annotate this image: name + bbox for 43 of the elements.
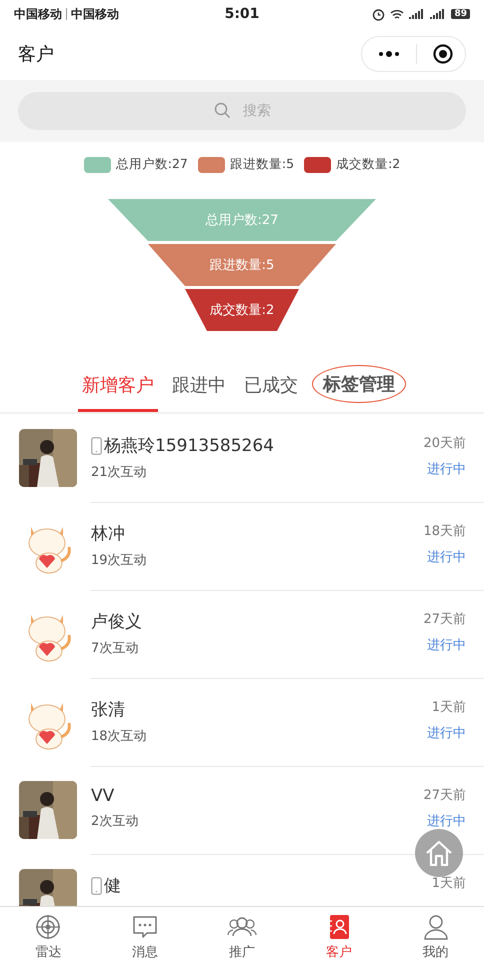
last-active-time: 18天前: [423, 523, 466, 540]
last-active-time: 20天前: [423, 435, 466, 452]
customer-name[interactable]: VV: [91, 786, 114, 806]
last-active-time: 27天前: [423, 611, 466, 628]
customer-name[interactable]: 卢俊义: [91, 610, 142, 633]
legend-label[interactable]: 成交数量:2: [336, 156, 400, 173]
status-label: 进行中: [427, 725, 466, 742]
status-label: 进行中: [427, 813, 466, 830]
last-active-time: 1天前: [432, 875, 466, 892]
last-active-time: 27天前: [423, 787, 466, 804]
status-label: 进行中: [427, 549, 466, 566]
interaction-count: 18次互动: [91, 728, 148, 745]
tab[interactable]: 新增客户: [78, 365, 158, 412]
status-label: 进行中: [427, 461, 466, 478]
customer-name[interactable]: 杨燕玲15913585264: [104, 434, 274, 457]
status-time: 5:01: [224, 6, 260, 22]
carrier-name: 中国移动: [71, 6, 119, 22]
funnel-segment: 总用户数:27: [108, 199, 376, 241]
tab-bar-item[interactable]: 推广: [194, 907, 290, 968]
page-title: 客户: [18, 43, 54, 66]
legend-label[interactable]: 总用户数:27: [116, 156, 188, 173]
interaction-count: 7次互动: [91, 640, 140, 657]
tab-bar-item[interactable]: 客户: [290, 907, 388, 968]
customer-name[interactable]: 林冲: [91, 522, 125, 545]
funnel-segment: 跟进数量:5: [148, 244, 336, 286]
tab[interactable]: 跟进中: [168, 365, 230, 412]
interaction-count: 19次互动: [91, 552, 148, 569]
tab[interactable]: 标签管理: [312, 365, 406, 403]
tab-bar-item[interactable]: 我的: [387, 907, 484, 968]
last-active-time: 1天前: [432, 699, 466, 716]
funnel-segment: 成交数量:2: [185, 289, 299, 331]
interaction-count: 2次互动: [91, 813, 140, 830]
customer-name[interactable]: 健: [104, 874, 121, 897]
tab-bar-item[interactable]: 雷达: [0, 907, 97, 968]
legend-label[interactable]: 跟进数量:5: [230, 156, 294, 173]
carrier-name: 中国移动: [14, 6, 62, 22]
battery-level: 89: [451, 9, 470, 19]
tab-bar-item[interactable]: 消息: [96, 907, 194, 968]
search-field[interactable]: 搜索: [18, 92, 466, 130]
status-label: 进行中: [427, 637, 466, 654]
tab[interactable]: 已成交: [240, 365, 302, 412]
interaction-count: 21次互动: [91, 464, 148, 481]
customer-name[interactable]: 张清: [91, 698, 125, 721]
